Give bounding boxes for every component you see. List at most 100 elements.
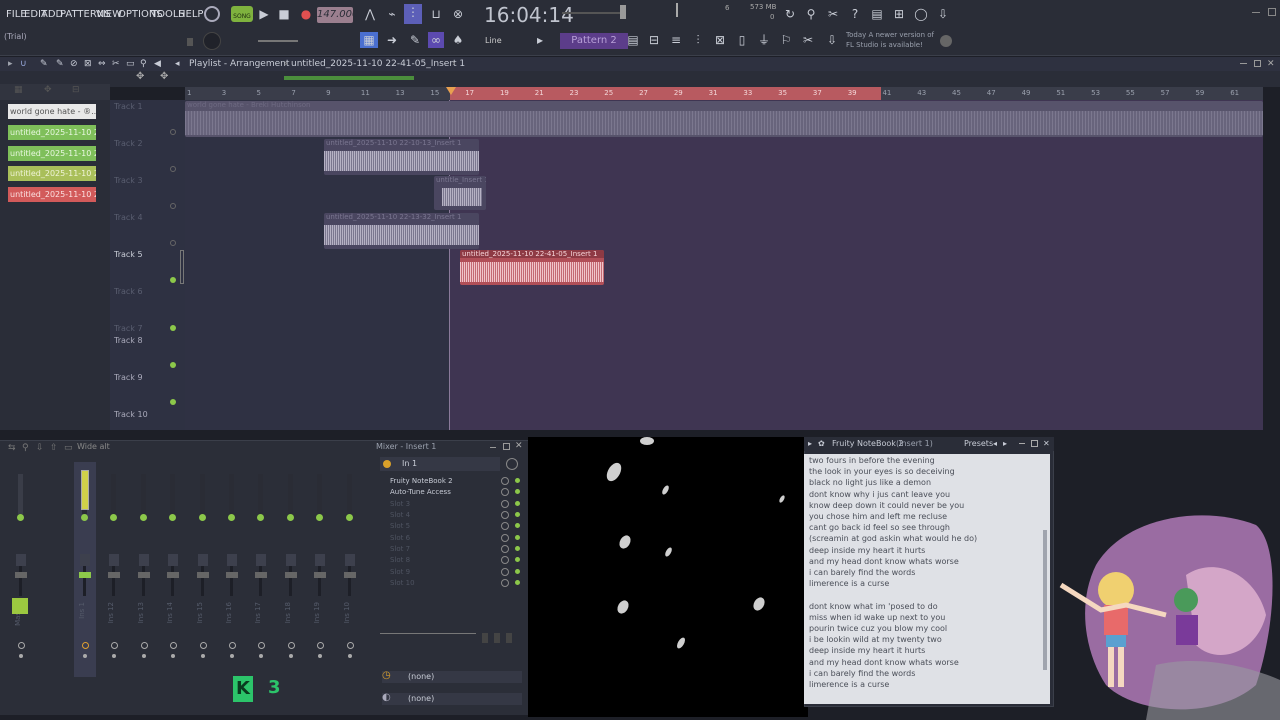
track-name[interactable]: Track 5 (114, 250, 143, 259)
zoom-icon[interactable]: ⚲ (140, 57, 147, 71)
pattern-selector[interactable]: Pattern 2 (560, 33, 628, 49)
list-icon[interactable]: ≡ (668, 32, 684, 48)
slot-enable-icon[interactable] (515, 478, 520, 483)
mixer-strip[interactable]: Ins 17 (250, 462, 272, 677)
main-volume-slider[interactable] (258, 40, 298, 42)
input-settings-icon[interactable] (506, 458, 518, 470)
delete-icon[interactable]: ⊘ (70, 57, 78, 71)
picker-item[interactable]: untitled_2025-11-10 22-... (8, 187, 96, 202)
strip-route-icon[interactable] (140, 642, 148, 649)
mixer-strip[interactable]: Ins 14 (162, 462, 184, 677)
save-icon[interactable]: ▤ (869, 6, 885, 22)
strip-enable-dot[interactable] (198, 514, 206, 521)
strip-route-icon[interactable] (18, 642, 25, 649)
arrow-icon[interactable]: ➜ (384, 32, 400, 48)
strip-volume-fader[interactable] (79, 572, 91, 578)
track-mute-icon[interactable] (170, 362, 176, 368)
strip-enable-dot[interactable] (257, 514, 265, 521)
browser-icon[interactable]: ▯ (734, 32, 750, 48)
mixer-layout-icon[interactable]: ▭ (64, 443, 73, 453)
strip-pan-knob[interactable] (285, 554, 296, 566)
maximize-icon[interactable] (1268, 8, 1276, 16)
download-icon[interactable]: ⇩ (935, 6, 951, 22)
news-arrow-icon[interactable]: ⇩ (824, 32, 840, 48)
picker-item[interactable]: untitled_2025-11-10 22-... (8, 125, 96, 140)
plug-icon[interactable]: ⏚ (756, 32, 772, 48)
track-name[interactable]: Track 10 (114, 410, 148, 419)
picker-item[interactable]: world gone hate - ®... (8, 104, 96, 119)
playlist-maximize-icon[interactable] (1254, 60, 1261, 67)
strip-pan-knob[interactable] (256, 554, 267, 566)
strip-pan-knob[interactable] (315, 554, 326, 566)
slot-mix-knob[interactable] (501, 533, 509, 542)
mixer-preset[interactable]: Wide alt (77, 442, 110, 451)
strip-route-icon[interactable] (82, 642, 89, 649)
pencil-icon[interactable]: ✎ (407, 32, 423, 48)
slot-mix-knob[interactable] (501, 477, 509, 485)
track-name[interactable]: Track 2 (114, 139, 143, 148)
step-edit-icon[interactable]: ⊔ (428, 6, 444, 22)
picker-pattern-icon[interactable]: ⊟ (72, 85, 80, 95)
effect-slot[interactable]: Slot 9 (382, 567, 502, 578)
strip-volume-fader[interactable] (255, 572, 268, 578)
send-select[interactable]: (none) (382, 671, 522, 683)
strip-enable-dot[interactable] (81, 514, 88, 521)
settings-icon[interactable] (940, 35, 952, 47)
effect-slot[interactable]: Auto-Tune Access (382, 487, 502, 498)
pattern-mode-icon[interactable]: ⋀ (362, 6, 378, 22)
strip-pan-knob[interactable] (344, 554, 355, 566)
audio-clip[interactable]: untitled_2025-11-10 22-13-32_Insert 1 (324, 213, 479, 249)
strip-volume-fader[interactable] (314, 572, 327, 578)
strip-enable-dot[interactable] (110, 514, 118, 521)
track-name[interactable]: Track 9 (114, 373, 143, 382)
track-selector[interactable] (180, 250, 184, 284)
track-name[interactable]: Track 3 (114, 176, 143, 185)
audio-clip[interactable]: untitled_2025-11-10 22-10-13_Insert 1 (324, 139, 479, 175)
draw-icon[interactable]: ✎ (40, 57, 48, 71)
track-name[interactable]: Track 6 (114, 287, 143, 296)
slip-icon[interactable]: ⇔ (98, 57, 106, 71)
playlist-minimize-icon[interactable] (1240, 63, 1247, 64)
picker-item[interactable]: untitled_2025-11-10 22-... (8, 146, 96, 161)
play-icon[interactable]: ▶ (256, 6, 272, 22)
strip-route-icon[interactable] (346, 642, 354, 649)
strip-enable-dot[interactable] (139, 514, 147, 521)
snap-select[interactable]: Line (485, 36, 502, 45)
strip-route-icon[interactable] (229, 642, 236, 649)
notebook-minimize-icon[interactable] (1019, 443, 1025, 444)
strip-route-icon[interactable] (287, 642, 295, 649)
mixer-strip[interactable]: Ins 15 (192, 462, 214, 677)
effect-slot[interactable]: Slot 3 (382, 499, 502, 510)
strip-route-icon[interactable] (199, 642, 207, 649)
mixer-strip[interactable]: Ins 10 (339, 462, 361, 677)
slot-enable-icon[interactable] (515, 500, 520, 506)
mixer-strip[interactable]: Ins 19 (309, 462, 331, 677)
mixer-minimize-icon[interactable] (490, 447, 496, 448)
metronome-icon[interactable] (204, 6, 220, 22)
sliders-icon[interactable]: ⫶ (690, 32, 706, 48)
strip-volume-fader[interactable] (167, 572, 180, 578)
picker-add-icon[interactable]: ✥ (44, 85, 52, 95)
mixer-strip[interactable]: Ins 18 (280, 462, 302, 677)
strip-volume-fader[interactable] (196, 572, 209, 578)
track-mute-icon[interactable] (170, 399, 176, 405)
help-icon[interactable]: ? (847, 6, 863, 22)
strip-route-icon[interactable] (317, 642, 325, 649)
select-icon[interactable]: ▭ (126, 57, 135, 71)
audio-clip[interactable]: untitled_2025-11-10 22-41-05_Insert 1 (460, 250, 604, 285)
playlist-close-icon[interactable]: ✕ (1267, 57, 1275, 71)
slot-mix-knob[interactable] (501, 499, 509, 508)
audio-clip[interactable]: world gone hate - Breki Hutchinson (185, 101, 1263, 137)
slot-enable-icon[interactable] (515, 568, 520, 574)
mixer-strip[interactable]: Master (10, 462, 32, 677)
track-mute-icon[interactable] (170, 166, 176, 172)
strip-enable-dot[interactable] (169, 514, 177, 521)
mixer-strip[interactable]: Ins 13 (133, 462, 155, 677)
send-select-2[interactable]: (none) (382, 693, 522, 705)
track-name[interactable]: Track 4 (114, 213, 143, 222)
strip-pan-knob[interactable] (138, 554, 149, 566)
strip-pan-knob[interactable] (197, 554, 208, 566)
mixer-view-icon[interactable]: ⇆ (8, 443, 16, 453)
notebook-close-icon[interactable]: ✕ (1043, 437, 1050, 451)
mic-icon[interactable]: ⚲ (803, 6, 819, 22)
